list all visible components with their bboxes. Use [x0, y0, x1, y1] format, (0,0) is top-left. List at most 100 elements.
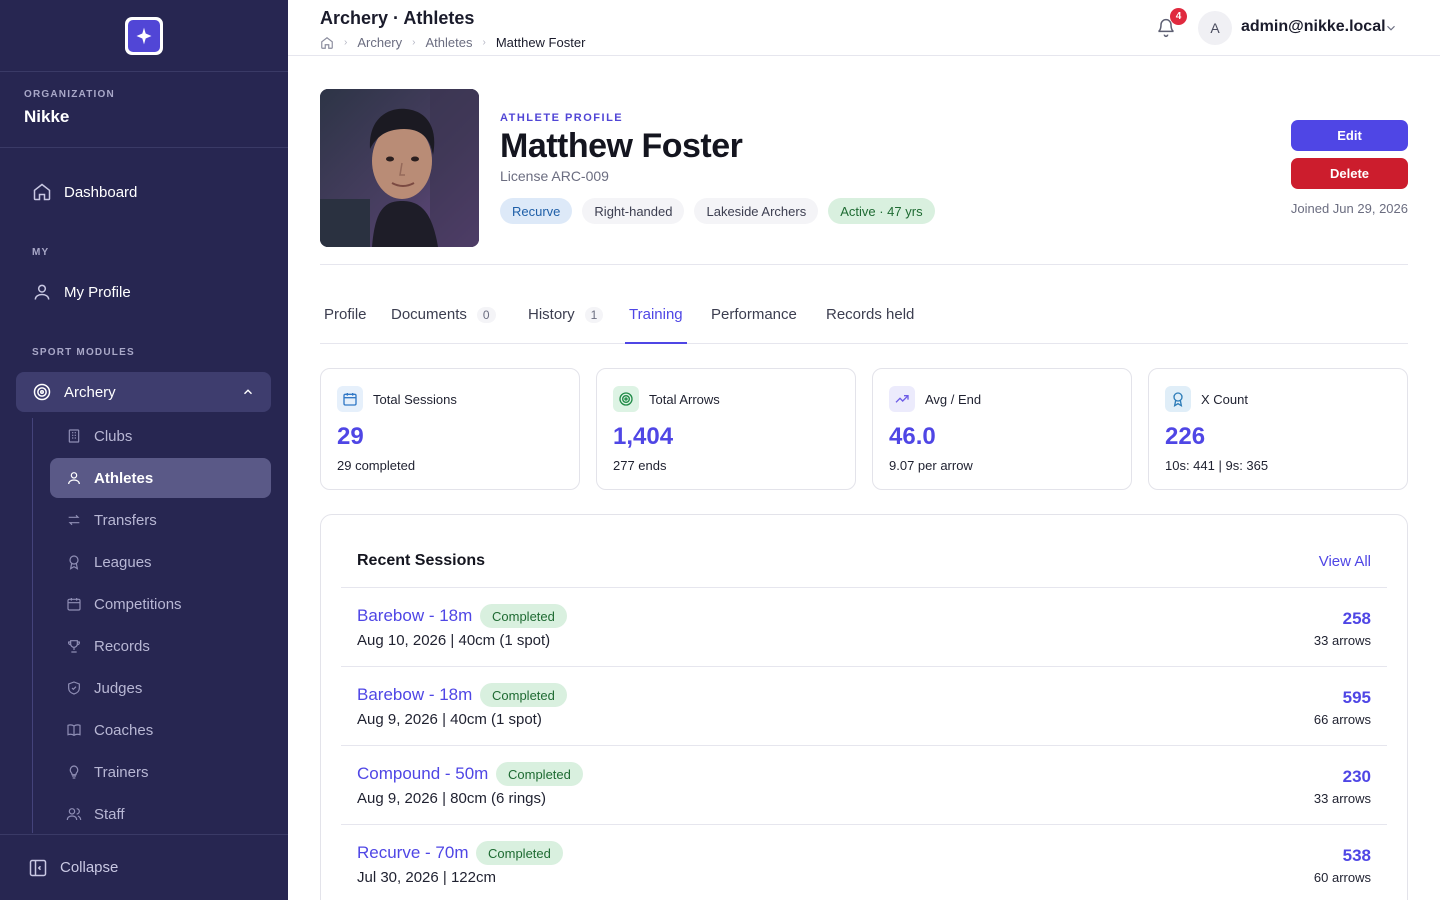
sidebar-item-leagues[interactable]: Leagues: [50, 542, 271, 582]
stat-label: Avg / End: [925, 392, 982, 407]
session-name-link[interactable]: Recurve - 70m: [357, 843, 468, 863]
breadcrumb: › Archery › Athletes › Matthew Foster: [320, 35, 585, 50]
home-icon[interactable]: [320, 36, 334, 50]
session-arrow-count: 33 arrows: [1313, 633, 1371, 648]
breadcrumb-separator: ›: [412, 37, 416, 48]
section-label-my: MY: [32, 247, 50, 258]
logo-area: [0, 0, 288, 72]
tab-label: Records held: [826, 306, 915, 323]
sidebar-item-judges[interactable]: Judges: [50, 668, 271, 708]
sidebar-collapse-icon: [28, 858, 48, 878]
divider: [320, 264, 1408, 265]
top-bar: Archery · Athletes › Archery › Athletes …: [288, 0, 1440, 56]
target-icon: [613, 386, 639, 412]
calendar-icon: [337, 386, 363, 412]
sidebar-item-coaches[interactable]: Coaches: [50, 710, 271, 750]
session-row[interactable]: Barebow - 18m Completed Aug 10, 2026 | 40c…: [341, 588, 1387, 667]
user-email[interactable]: admin@nikke.local: [1241, 18, 1386, 36]
session-details: Jul 30, 2026 | 122cm: [357, 869, 496, 886]
tab-label: Documents: [391, 306, 467, 323]
sidebar-item-label: Staff: [94, 805, 125, 823]
stat-subtext: 10s: 441 | 9s: 365: [1165, 458, 1269, 473]
sidebar-item-staff[interactable]: Staff: [50, 794, 271, 834]
shield-icon: [66, 680, 82, 696]
discipline-tag: Recurve: [500, 198, 573, 224]
edit-button[interactable]: Edit: [1291, 120, 1408, 151]
session-name-link[interactable]: Compound - 50m: [357, 764, 488, 784]
sidebar-item-label: Athletes: [94, 469, 154, 487]
sidebar-item-athletes[interactable]: Athletes: [50, 458, 271, 498]
collapse-button[interactable]: Collapse: [0, 834, 288, 900]
tab-label: Training: [629, 306, 683, 323]
session-arrow-count: 60 arrows: [1313, 870, 1371, 885]
sidebar-item-transfers[interactable]: Transfers: [50, 500, 271, 540]
tab-label: Performance: [711, 306, 797, 323]
sidebar-item-label: Records: [94, 637, 150, 655]
tab-performance[interactable]: Performance: [711, 296, 797, 344]
session-arrow-count: 33 arrows: [1313, 791, 1371, 806]
sidebar-module-archery[interactable]: Archery: [16, 372, 271, 412]
tab-documents[interactable]: Documents 0: [391, 296, 496, 344]
stat-label: X Count: [1201, 392, 1248, 407]
organization-block: ORGANIZATION Nikke: [0, 72, 288, 148]
sidebar: ORGANIZATION Nikke Dashboard MY My Profi…: [0, 0, 288, 900]
tab-training[interactable]: Training: [625, 296, 687, 344]
stat-value: 29: [337, 423, 364, 450]
sidebar-item-dashboard[interactable]: Dashboard: [32, 182, 137, 202]
tab-records-held[interactable]: Records held: [826, 296, 914, 344]
stat-subtext: 29 completed: [337, 458, 416, 473]
club-tag: Lakeside Archers: [694, 198, 819, 224]
session-score: 230: [1342, 767, 1371, 786]
session-score: 595: [1342, 688, 1371, 707]
section-label-sport-modules: SPORT MODULES: [32, 347, 135, 358]
chevron-up-icon: [241, 385, 255, 399]
user-icon: [32, 282, 52, 302]
sidebar-item-trainers[interactable]: Trainers: [50, 752, 271, 792]
athlete-name: Matthew Foster: [500, 127, 743, 165]
sidebar-item-label: Judges: [94, 679, 143, 697]
stat-subtext: 277 ends: [613, 458, 667, 473]
session-row[interactable]: Recurve - 70m Completed Jul 30, 2026 | 122…: [341, 825, 1387, 900]
session-details: Aug 10, 2026 | 40cm (1 spot): [357, 632, 551, 649]
sidebar-item-label: Transfers: [94, 511, 157, 529]
organization-label: ORGANIZATION: [24, 89, 115, 100]
sidebar-item-competitions[interactable]: Competitions: [50, 584, 271, 624]
breadcrumb-archery[interactable]: Archery: [357, 35, 402, 50]
delete-button[interactable]: Delete: [1291, 158, 1408, 189]
breadcrumb-athletes[interactable]: Athletes: [425, 35, 472, 50]
sidebar-item-records[interactable]: Records: [50, 626, 271, 666]
chevron-down-icon[interactable]: [1384, 21, 1398, 35]
session-row[interactable]: Barebow - 18m Completed Aug 9, 2026 | 40cm…: [341, 667, 1387, 746]
arrows-icon: [66, 512, 82, 528]
profile-tabs: Profile Documents 0 History 1 Training Per…: [320, 296, 1408, 344]
tab-profile[interactable]: Profile: [324, 296, 367, 344]
sidebar-item-my-profile[interactable]: My Profile: [32, 282, 131, 302]
home-icon: [32, 182, 52, 202]
recent-sessions-title: Recent Sessions: [357, 552, 486, 569]
lightbulb-icon: [66, 764, 82, 780]
breadcrumb-separator: ›: [482, 37, 486, 48]
session-score: 538: [1342, 846, 1371, 865]
view-all-link[interactable]: View All: [1319, 553, 1371, 570]
session-status-badge: Completed: [496, 762, 583, 786]
submenu-guide-line: [32, 418, 33, 833]
target-icon: [32, 382, 52, 402]
collapse-label: Collapse: [60, 859, 119, 876]
app-logo[interactable]: [125, 16, 163, 55]
stat-card-x-count: X Count 226 10s: 441 | 9s: 365: [1148, 368, 1408, 490]
award-icon: [1165, 386, 1191, 412]
profile-eyebrow: ATHLETE PROFILE: [500, 112, 624, 124]
session-details: Aug 9, 2026 | 40cm (1 spot): [357, 711, 542, 728]
sidebar-item-clubs[interactable]: Clubs: [50, 416, 271, 456]
session-arrow-count: 66 arrows: [1313, 712, 1371, 727]
tab-history[interactable]: History 1: [528, 296, 604, 344]
session-status-badge: Completed: [480, 604, 567, 628]
stat-label: Total Sessions: [373, 392, 457, 407]
calendar-icon: [66, 596, 82, 612]
avatar[interactable]: A: [1198, 11, 1232, 45]
session-row[interactable]: Compound - 50m Completed Aug 9, 2026 | 80c…: [341, 746, 1387, 825]
breadcrumb-separator: ›: [344, 37, 348, 48]
session-name-link[interactable]: Barebow - 18m: [357, 685, 472, 705]
session-name-link[interactable]: Barebow - 18m: [357, 606, 472, 626]
stat-card-avg-end: Avg / End 46.0 9.07 per arrow: [872, 368, 1132, 490]
